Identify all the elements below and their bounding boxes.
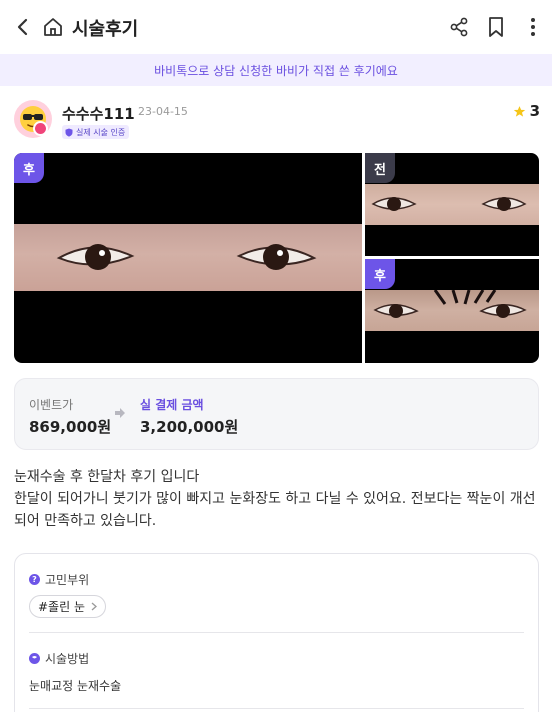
method-icon xyxy=(29,653,40,664)
event-price-label: 이벤트가 xyxy=(29,398,74,412)
review-date: 23-04-15 xyxy=(138,105,188,118)
question-icon: ? xyxy=(29,574,40,585)
treatment-info-card: ? 고민부위 #졸린 눈 시술방법 눈매교정 눈재수술 xyxy=(14,553,539,712)
chevron-right-icon xyxy=(91,602,97,611)
before-tag: 전 xyxy=(365,153,395,183)
rating-value: 3 xyxy=(529,102,540,120)
bookmark-icon[interactable] xyxy=(483,14,509,40)
certification-label: 실제 시술 인증 xyxy=(76,127,126,137)
shield-icon xyxy=(65,128,73,137)
price-card: 이벤트가 869,000원 실 결제 금액 3,200,000원 xyxy=(14,378,539,450)
method-value: 눈매교정 눈재수술 xyxy=(29,679,122,693)
event-price: 869,000원 xyxy=(29,418,112,436)
eyes-image xyxy=(56,244,317,270)
review-text-paragraph: 한달이 되어가니 붓기가 많이 빠지고 눈화장도 하고 다닐 수 있어요. 전보… xyxy=(14,491,536,529)
arrow-right-icon xyxy=(115,408,125,418)
top-app-bar: 시술후기 xyxy=(0,0,552,54)
separator-dot: · xyxy=(128,103,132,114)
username[interactable]: 수수수111 xyxy=(62,103,135,124)
review-body: 눈재수술 후 한달차 후기 입니다 한달이 되어가니 붓기가 많이 빠지고 눈화… xyxy=(14,466,539,532)
divider xyxy=(29,632,524,633)
after-tag: 후 xyxy=(365,259,395,289)
certification-badge: 실제 시술 인증 xyxy=(62,125,130,139)
back-icon[interactable] xyxy=(10,14,36,40)
home-icon[interactable] xyxy=(40,14,66,40)
concern-section-header: ? 고민부위 xyxy=(29,571,89,588)
rating: 3 xyxy=(513,102,540,120)
notice-banner: 바비톡으로 상담 신청한 바비가 직접 쓴 후기에요 xyxy=(0,54,552,86)
star-icon xyxy=(513,105,525,117)
method-label: 시술방법 xyxy=(45,652,90,666)
review-photo-main[interactable]: 후 xyxy=(14,153,362,363)
page-title: 시술후기 xyxy=(72,19,139,40)
review-text-line: 눈재수술 후 한달차 후기 입니다 xyxy=(14,469,200,485)
share-icon[interactable] xyxy=(446,14,472,40)
eyes-image xyxy=(371,197,527,211)
review-photo-after[interactable]: 후 xyxy=(365,259,539,363)
after-tag: 후 xyxy=(14,153,44,183)
concern-label: 고민부위 xyxy=(45,573,90,587)
real-price: 3,200,000원 xyxy=(140,418,239,436)
real-price-label: 실 결제 금액 xyxy=(140,398,204,412)
more-options-icon[interactable] xyxy=(520,14,546,40)
method-section-header: 시술방법 xyxy=(29,650,89,667)
concern-chip[interactable]: #졸린 눈 xyxy=(29,595,106,618)
divider xyxy=(29,708,524,709)
eyes-image xyxy=(373,290,527,318)
concern-chip-label: #졸린 눈 xyxy=(38,600,85,614)
avatar-badge xyxy=(33,121,48,136)
review-photo-before[interactable]: 전 xyxy=(365,153,539,256)
